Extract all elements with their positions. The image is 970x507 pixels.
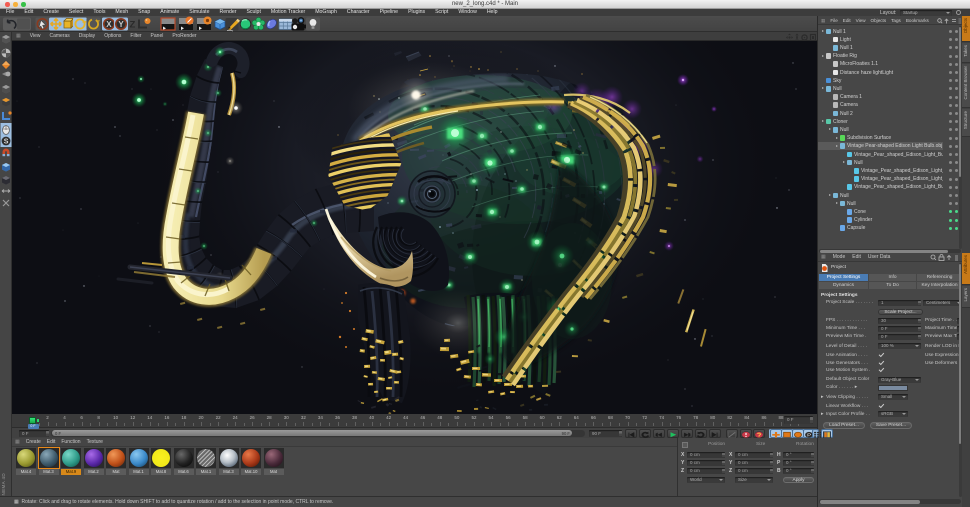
svg-text:X: X xyxy=(106,20,112,29)
svg-text:Y: Y xyxy=(118,20,124,29)
svg-text:S: S xyxy=(4,139,9,146)
svg-text:Z: Z xyxy=(130,20,136,31)
